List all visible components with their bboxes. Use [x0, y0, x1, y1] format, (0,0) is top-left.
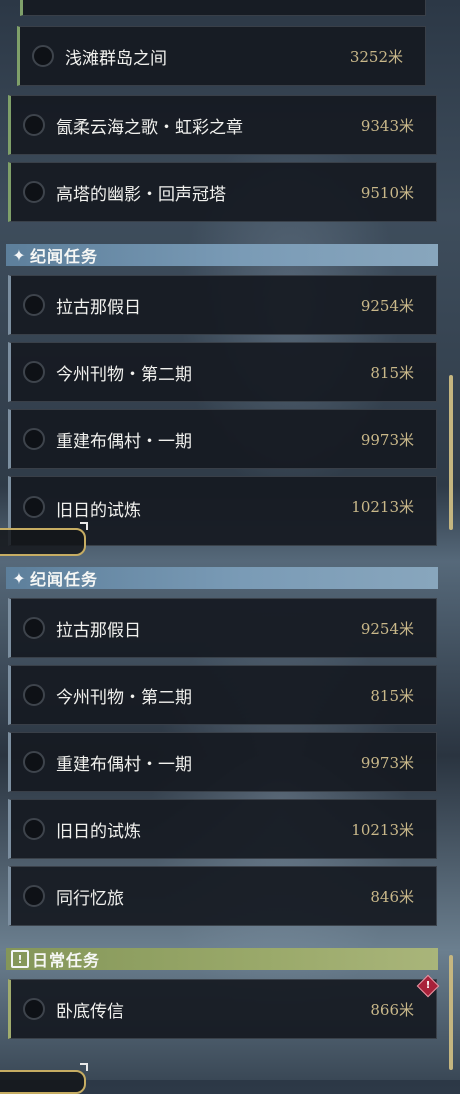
- quest-name: 旧日的试炼: [56, 501, 141, 521]
- quest-item[interactable]: 重建布偶村・一期 9973米: [8, 732, 437, 792]
- quest-name: 今州刊物・第二期: [56, 364, 192, 385]
- section-header-daily-quests[interactable]: ! 日常任务: [6, 948, 438, 970]
- quest-item[interactable]: 拉古那假日 9254米: [8, 598, 437, 658]
- quest-item[interactable]: 旧日的试炼 10213米: [8, 799, 437, 859]
- quest-distance: 9254米: [360, 296, 414, 315]
- track-radio[interactable]: [23, 294, 45, 316]
- quest-item[interactable]: 今州刊物・第二期 815米: [8, 665, 437, 725]
- quest-name: 拉古那假日: [56, 297, 141, 318]
- track-radio[interactable]: [23, 114, 45, 136]
- quest-distance: 846米: [370, 887, 414, 906]
- quest-distance: 815米: [370, 363, 414, 382]
- quest-list-panel-bottom: ✦ 纪闻任务 拉古那假日 9254米 今州刊物・第二期 815米 重建布偶村・一…: [0, 545, 460, 1094]
- quest-distance: 815米: [370, 686, 414, 705]
- quest-name: 同行忆旅: [56, 888, 124, 909]
- track-radio[interactable]: [23, 617, 45, 639]
- exclamation-box-icon: !: [11, 950, 29, 968]
- quest-list-panel-top: 浅滩群岛之间 3252米 氤柔云海之歌・虹彩之章 9343米 高塔的幽影・回声冠…: [0, 0, 460, 556]
- quest-item[interactable]: 高塔的幽影・回声冠塔 9510米: [8, 162, 437, 222]
- quest-item[interactable]: 氤柔云海之歌・虹彩之章 9343米: [8, 95, 437, 155]
- section-header-side-quests[interactable]: ✦ 纪闻任务: [6, 567, 438, 589]
- track-radio[interactable]: [23, 428, 45, 450]
- quest-name: 重建布偶村・一期: [56, 431, 192, 452]
- quest-distance: 9343米: [360, 116, 414, 135]
- quest-distance: 3252米: [349, 47, 403, 66]
- track-radio[interactable]: [23, 818, 45, 840]
- quest-item[interactable]: 同行忆旅 846米: [8, 866, 437, 926]
- track-radio[interactable]: [23, 181, 45, 203]
- quest-name: 今州刊物・第二期: [56, 687, 192, 708]
- quest-item[interactable]: 今州刊物・第二期 815米: [8, 342, 437, 402]
- quest-name: 旧日的试炼: [56, 821, 141, 842]
- bottom-action-button[interactable]: [0, 1070, 86, 1094]
- quest-name: 氤柔云海之歌・虹彩之章: [56, 117, 243, 138]
- track-radio[interactable]: [23, 998, 45, 1020]
- quest-distance: 866米: [370, 1000, 414, 1019]
- scrollbar[interactable]: [449, 955, 453, 1070]
- section-header-side-quests[interactable]: ✦ 纪闻任务: [6, 244, 438, 266]
- quest-item[interactable]: 浅滩群岛之间 3252米: [17, 26, 426, 86]
- quest-name: 卧底传信: [56, 1001, 124, 1022]
- quest-item[interactable]: 卧底传信 866米: [8, 979, 437, 1039]
- quest-name: 浅滩群岛之间: [65, 48, 167, 69]
- quest-item[interactable]: 重建布偶村・一期 9973米: [8, 409, 437, 469]
- track-radio[interactable]: [23, 496, 45, 518]
- track-radio[interactable]: [23, 684, 45, 706]
- quest-name: 高塔的幽影・回声冠塔: [56, 184, 226, 205]
- sparkle-icon: ✦: [12, 245, 26, 265]
- section-title: 纪闻任务: [30, 570, 99, 589]
- track-radio[interactable]: [23, 361, 45, 383]
- track-radio[interactable]: [23, 751, 45, 773]
- quest-distance: 9254米: [360, 619, 414, 638]
- track-radio[interactable]: [23, 885, 45, 907]
- quest-distance: 10213米: [351, 820, 414, 839]
- quest-name: 拉古那假日: [56, 620, 141, 641]
- frame-corner-marker: [80, 1063, 88, 1071]
- section-title: 纪闻任务: [30, 247, 99, 266]
- quest-distance: 9973米: [360, 753, 414, 772]
- track-radio[interactable]: [32, 45, 54, 67]
- quest-distance: 9510米: [360, 183, 414, 202]
- quest-name: 重建布偶村・一期: [56, 754, 192, 775]
- scrollbar[interactable]: [449, 375, 453, 530]
- quest-distance: 10213米: [351, 498, 414, 516]
- frame-corner-marker: [80, 522, 88, 530]
- quest-item-partial[interactable]: [20, 0, 426, 16]
- section-title: 日常任务: [32, 951, 101, 970]
- sparkle-icon: ✦: [12, 568, 26, 588]
- quest-item[interactable]: 拉古那假日 9254米: [8, 275, 437, 335]
- quest-distance: 9973米: [360, 430, 414, 449]
